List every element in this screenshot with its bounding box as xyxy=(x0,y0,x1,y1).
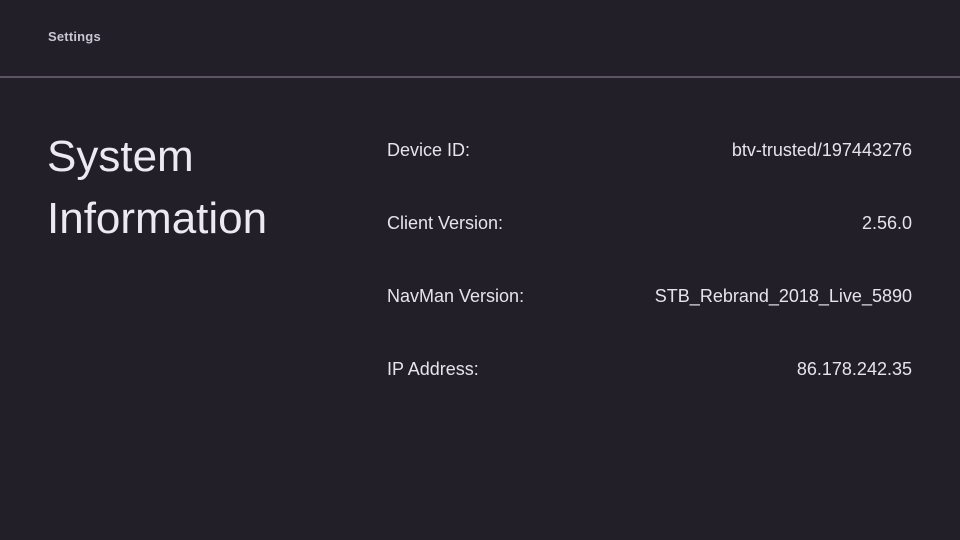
device-id-label: Device ID: xyxy=(387,140,471,160)
client-version-label: Client Version: xyxy=(387,213,504,233)
info-row-navman-version: NavMan Version: STB_Rebrand_2018_Live_58… xyxy=(387,276,912,349)
info-row-client-version: Client Version: 2.56.0 xyxy=(387,203,912,276)
client-version-value: 2.56.0 xyxy=(861,213,912,233)
navman-version-value: STB_Rebrand_2018_Live_5890 xyxy=(654,286,912,306)
breadcrumb: Settings xyxy=(48,29,101,44)
ip-address-label: IP Address: xyxy=(387,359,479,379)
navman-version-label: NavMan Version: xyxy=(387,286,525,306)
page-title-line-1: System xyxy=(47,132,194,181)
system-information-screen: Settings System Information Device ID: b… xyxy=(0,0,960,540)
info-row-ip-address: IP Address: 86.178.242.35 xyxy=(387,349,912,422)
system-info-list: Device ID: btv-trusted/197443276 Client … xyxy=(387,130,912,422)
page-title-line-2: Information xyxy=(47,194,268,243)
ip-address-value: 86.178.242.35 xyxy=(796,359,912,379)
info-row-device-id: Device ID: btv-trusted/197443276 xyxy=(387,130,912,203)
top-bar: Settings xyxy=(0,0,960,76)
page-title: System Information xyxy=(47,126,347,250)
header-divider xyxy=(0,76,960,78)
device-id-value: btv-trusted/197443276 xyxy=(731,140,912,160)
